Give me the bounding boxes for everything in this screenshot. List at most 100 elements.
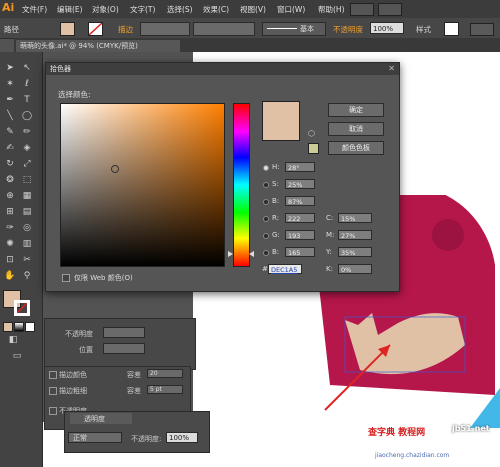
red-radio[interactable] xyxy=(263,216,269,222)
zoom-tool-icon[interactable]: ⚲ xyxy=(20,270,34,283)
style-swatch[interactable] xyxy=(444,22,459,36)
hand-tool-icon[interactable]: ✋ xyxy=(3,270,17,283)
app-logo: Ai xyxy=(2,1,15,14)
direct-selection-tool-icon[interactable]: ↖ xyxy=(20,62,34,75)
cyan-input[interactable]: 15% xyxy=(338,213,372,223)
perspective-grid-tool-icon[interactable]: ▦ xyxy=(20,190,34,203)
green-input[interactable]: 193 xyxy=(285,230,315,240)
document-tab[interactable]: 萌萌的头像.ai* @ 94% (CMYK/预览) xyxy=(16,40,180,52)
panel-opacity-dropdown[interactable] xyxy=(103,327,145,338)
stroke-label[interactable]: 描边 xyxy=(118,24,133,35)
magenta-input[interactable]: 27% xyxy=(338,230,372,240)
line-tool-icon[interactable]: ╲ xyxy=(3,110,17,123)
pencil-tool-icon[interactable]: ✏ xyxy=(20,126,34,139)
selection-tool-icon[interactable]: ➤ xyxy=(3,62,17,75)
capacity-input-2[interactable]: 5 pt xyxy=(147,385,183,394)
menu-effect[interactable]: 效果(C) xyxy=(203,4,229,15)
stroke-weight-checkbox[interactable] xyxy=(49,387,57,395)
ok-button[interactable]: 确定 xyxy=(328,103,384,117)
ellipse-tool-icon[interactable]: ◯ xyxy=(20,110,34,123)
pen-tool-icon[interactable]: ✒ xyxy=(3,94,17,107)
panel-position-dropdown[interactable] xyxy=(103,343,145,354)
transparency-opacity-input[interactable]: 100% xyxy=(166,432,198,443)
opacity-input[interactable]: 100% xyxy=(370,22,404,34)
arrange-button[interactable] xyxy=(378,3,402,16)
menu-window[interactable]: 窗口(W) xyxy=(277,4,305,15)
green-label: G: xyxy=(272,231,280,239)
artboard-tool-icon[interactable]: ⊡ xyxy=(3,254,17,267)
opacity-label[interactable]: 不透明度 xyxy=(333,24,363,35)
free-transform-tool-icon[interactable]: ⬚ xyxy=(20,174,34,187)
stroke-swatch[interactable] xyxy=(88,22,103,36)
gradient-mode-button[interactable] xyxy=(14,322,24,332)
web-only-checkbox[interactable] xyxy=(62,274,70,282)
red-input[interactable]: 222 xyxy=(285,213,315,223)
hue-radio[interactable] xyxy=(263,165,269,171)
draw-mode-icon[interactable]: ◧ xyxy=(6,334,20,347)
stroke-color-checkbox[interactable] xyxy=(49,371,57,379)
nontransparent-checkbox[interactable] xyxy=(49,407,57,415)
shape-builder-tool-icon[interactable]: ⊕ xyxy=(3,190,17,203)
blend-mode-dropdown[interactable]: 正常 xyxy=(68,432,122,443)
bridge-button[interactable] xyxy=(350,3,374,16)
blob-brush-tool-icon[interactable]: ✍ xyxy=(3,142,17,155)
web-safe-cube-icon[interactable]: ⬡ xyxy=(308,129,316,138)
dialog-title-bar[interactable]: 拾色器 xyxy=(46,63,399,75)
blend-tool-icon[interactable]: ◎ xyxy=(20,222,34,235)
transparency-tab[interactable]: 透明度 xyxy=(70,413,132,424)
transparency-opacity-label: 不透明度: xyxy=(131,435,162,443)
menu-select[interactable]: 选择(S) xyxy=(167,4,193,15)
hue-input[interactable]: 28° xyxy=(285,162,315,172)
yellow-input[interactable]: 35% xyxy=(338,247,372,257)
doc-setup-button[interactable] xyxy=(470,23,494,36)
hue-slider[interactable] xyxy=(233,103,250,267)
tools-panel: ➤ ↖ ✶ ℓ ✒ T ╲ ◯ ✎ ✏ ✍ ◈ ↻ ⤢ ❂ ⬚ ⊕ ▦ ⊞ ▤ … xyxy=(0,52,43,467)
menu-object[interactable]: 对象(O) xyxy=(92,4,119,15)
menu-help[interactable]: 帮助(H) xyxy=(318,4,345,15)
menu-edit[interactable]: 编辑(E) xyxy=(57,4,83,15)
menu-view[interactable]: 视图(V) xyxy=(240,4,266,15)
brush-dropdown[interactable]: 基本 xyxy=(262,22,326,36)
blue-input[interactable]: 165 xyxy=(285,247,315,257)
scale-tool-icon[interactable]: ⤢ xyxy=(20,158,34,171)
menu-file[interactable]: 文件(F) xyxy=(22,4,47,15)
eyedropper-tool-icon[interactable]: ✑ xyxy=(3,222,17,235)
color-swatches-button[interactable]: 颜色色板 xyxy=(328,141,384,155)
slice-tool-icon[interactable]: ✂ xyxy=(20,254,34,267)
none-mode-button[interactable] xyxy=(25,322,35,332)
rotate-tool-icon[interactable]: ↻ xyxy=(3,158,17,171)
saturation-brightness-field[interactable] xyxy=(60,103,225,267)
type-tool-icon[interactable]: T xyxy=(20,94,34,107)
color-mode-button[interactable] xyxy=(3,322,13,332)
close-icon[interactable]: ✕ xyxy=(388,64,395,73)
symbol-sprayer-tool-icon[interactable]: ✺ xyxy=(3,238,17,251)
web-safe-swatch[interactable] xyxy=(308,143,319,154)
magic-wand-tool-icon[interactable]: ✶ xyxy=(3,78,17,91)
screen-mode-icon[interactable]: ▭ xyxy=(10,350,24,363)
stroke-weight-dropdown[interactable] xyxy=(140,22,190,36)
color-field-cursor[interactable] xyxy=(111,165,119,173)
gradient-tool-icon[interactable]: ▤ xyxy=(20,206,34,219)
fill-swatch[interactable] xyxy=(60,22,75,36)
stroke-color-box[interactable] xyxy=(14,300,30,316)
paintbrush-tool-icon[interactable]: ✎ xyxy=(3,126,17,139)
warp-tool-icon[interactable]: ❂ xyxy=(3,174,17,187)
brightness-input[interactable]: 87% xyxy=(285,196,315,206)
capacity-input-1[interactable]: 20 xyxy=(147,369,183,378)
brightness-radio[interactable] xyxy=(263,199,269,205)
black-input[interactable]: 0% xyxy=(338,264,372,274)
graph-tool-icon[interactable]: ▥ xyxy=(20,238,34,251)
hue-slider-right-arrow[interactable] xyxy=(249,251,254,257)
hue-slider-left-arrow[interactable] xyxy=(228,251,233,257)
green-radio[interactable] xyxy=(263,233,269,239)
cancel-button[interactable]: 取消 xyxy=(328,122,384,136)
saturation-input[interactable]: 25% xyxy=(285,179,315,189)
saturation-radio[interactable] xyxy=(263,182,269,188)
variable-width-dropdown[interactable] xyxy=(193,22,255,36)
mesh-tool-icon[interactable]: ⊞ xyxy=(3,206,17,219)
blue-radio[interactable] xyxy=(263,250,269,256)
lasso-tool-icon[interactable]: ℓ xyxy=(20,78,34,91)
hex-input[interactable]: DEC1A5 xyxy=(268,264,302,274)
menu-type[interactable]: 文字(T) xyxy=(130,4,155,15)
eraser-tool-icon[interactable]: ◈ xyxy=(20,142,34,155)
